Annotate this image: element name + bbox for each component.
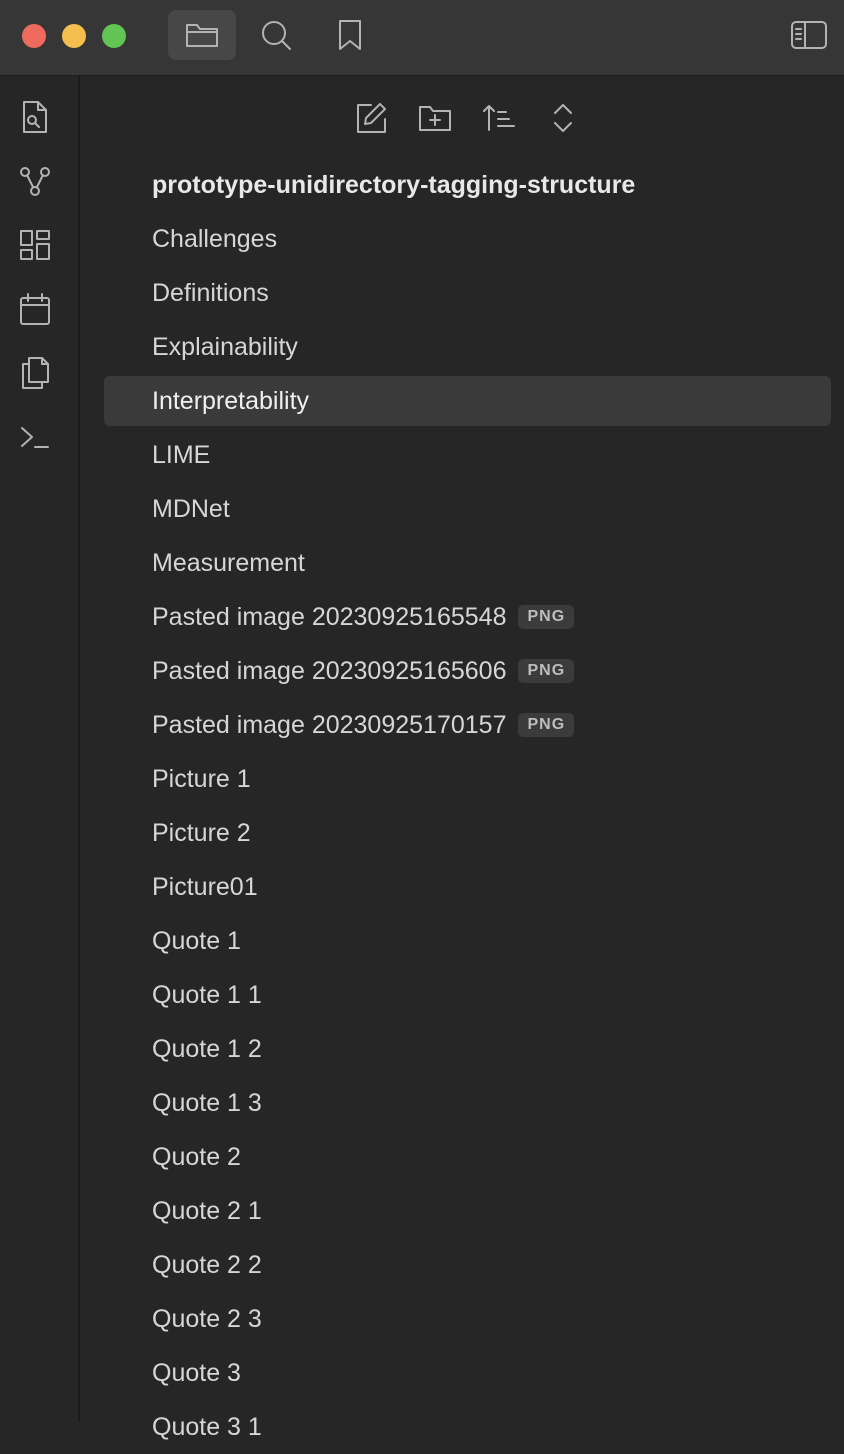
file-explorer-actions — [0, 95, 844, 141]
file-item[interactable]: Picture 2 — [104, 806, 831, 860]
search-icon — [262, 21, 291, 50]
file-item-label: Quote 1 1 — [152, 980, 262, 1009]
root-folder[interactable]: prototype-unidirectory-tagging-structure — [104, 158, 831, 212]
file-item-label: Quote 3 1 — [152, 1412, 262, 1441]
file-item[interactable]: MDNet — [104, 482, 831, 536]
file-item[interactable]: Quote 3 — [104, 1346, 831, 1400]
file-item[interactable]: Quote 2 3 — [104, 1292, 831, 1346]
file-item[interactable]: Explainability — [104, 320, 831, 374]
new-folder-button[interactable] — [411, 95, 459, 141]
file-item[interactable]: Quote 1 3 — [104, 1076, 831, 1130]
file-item-label: Pasted image 20230925165548 — [152, 602, 507, 631]
sort-button[interactable] — [475, 95, 523, 141]
file-item-label: Picture 1 — [152, 764, 251, 793]
graph-view-button[interactable] — [13, 159, 57, 203]
copy-icon — [22, 357, 49, 389]
file-item[interactable]: Quote 2 1 — [104, 1184, 831, 1238]
files-tab-button[interactable] — [168, 10, 236, 60]
file-item[interactable]: Picture01 — [104, 860, 831, 914]
bookmarks-tab-button[interactable] — [316, 10, 384, 60]
templates-button[interactable] — [13, 351, 57, 395]
search-tab-button[interactable] — [242, 10, 310, 60]
file-item-label: MDNet — [152, 494, 230, 523]
canvas-button[interactable] — [13, 223, 57, 267]
file-item-label: Picture01 — [152, 872, 258, 901]
daily-note-button[interactable] — [13, 287, 57, 331]
file-item[interactable]: Challenges — [104, 212, 831, 266]
file-item[interactable]: LIME — [104, 428, 831, 482]
file-type-badge: PNG — [518, 713, 575, 737]
file-item-label: Picture 2 — [152, 818, 251, 847]
file-item-label: Quote 2 1 — [152, 1196, 262, 1225]
close-window-button[interactable] — [22, 24, 46, 48]
file-item-label: LIME — [152, 440, 211, 469]
new-folder-icon — [419, 106, 451, 131]
sidebar-toggle-icon — [791, 21, 827, 49]
canvas-icon — [20, 230, 50, 260]
file-item[interactable]: Quote 2 2 — [104, 1238, 831, 1292]
file-item-label: Quote 1 3 — [152, 1088, 262, 1117]
toggle-sidebar-button[interactable] — [775, 10, 843, 60]
terminal-icon — [21, 427, 49, 448]
collapse-all-button[interactable] — [539, 95, 587, 141]
file-item[interactable]: Quote 3 1 — [104, 1400, 831, 1454]
file-item-attachment[interactable]: Pasted image 20230925165606 PNG — [104, 644, 831, 698]
title-bar — [0, 0, 844, 76]
file-item[interactable]: Measurement — [104, 536, 831, 590]
file-item-label: Definitions — [152, 278, 269, 307]
file-item-label: Quote 1 2 — [152, 1034, 262, 1063]
new-note-button[interactable] — [347, 95, 395, 141]
file-item-label: Quote 2 3 — [152, 1304, 262, 1333]
file-item[interactable]: Interpretability — [104, 376, 831, 426]
file-item-label: Quote 3 — [152, 1358, 241, 1387]
file-item[interactable]: Quote 1 1 — [104, 968, 831, 1022]
file-tree: prototype-unidirectory-tagging-structure… — [104, 158, 831, 1454]
file-item[interactable]: Quote 1 — [104, 914, 831, 968]
file-item-label: Quote 2 — [152, 1142, 241, 1171]
file-item-label: Measurement — [152, 548, 305, 577]
file-item-label: Pasted image 20230925170157 — [152, 710, 507, 739]
left-ribbon — [0, 76, 80, 1422]
file-item-attachment[interactable]: Pasted image 20230925170157 PNG — [104, 698, 831, 752]
zoom-window-button[interactable] — [102, 24, 126, 48]
bookmark-icon — [339, 20, 361, 50]
file-item[interactable]: Quote 2 — [104, 1130, 831, 1184]
folder-icon — [186, 24, 218, 47]
file-type-badge: PNG — [518, 659, 575, 683]
file-item[interactable]: Quote 1 2 — [104, 1022, 831, 1076]
file-item-label: Quote 2 2 — [152, 1250, 262, 1279]
file-item-label: Interpretability — [152, 386, 310, 415]
new-note-icon — [357, 103, 386, 133]
sort-icon — [483, 105, 515, 131]
file-type-badge: PNG — [518, 605, 575, 629]
file-item-label: Pasted image 20230925165606 — [152, 656, 507, 685]
graph-icon — [20, 167, 50, 196]
calendar-icon — [20, 293, 50, 325]
file-item-attachment[interactable]: Pasted image 20230925165548 PNG — [104, 590, 831, 644]
collapse-icon — [554, 104, 572, 132]
file-item-label: Quote 1 — [152, 926, 241, 955]
file-item-label: Challenges — [152, 224, 278, 253]
file-item[interactable]: Picture 1 — [104, 752, 831, 806]
file-item[interactable]: Definitions — [104, 266, 831, 320]
file-item-label: Explainability — [152, 332, 298, 361]
command-palette-button[interactable] — [13, 415, 57, 459]
minimize-window-button[interactable] — [62, 24, 86, 48]
